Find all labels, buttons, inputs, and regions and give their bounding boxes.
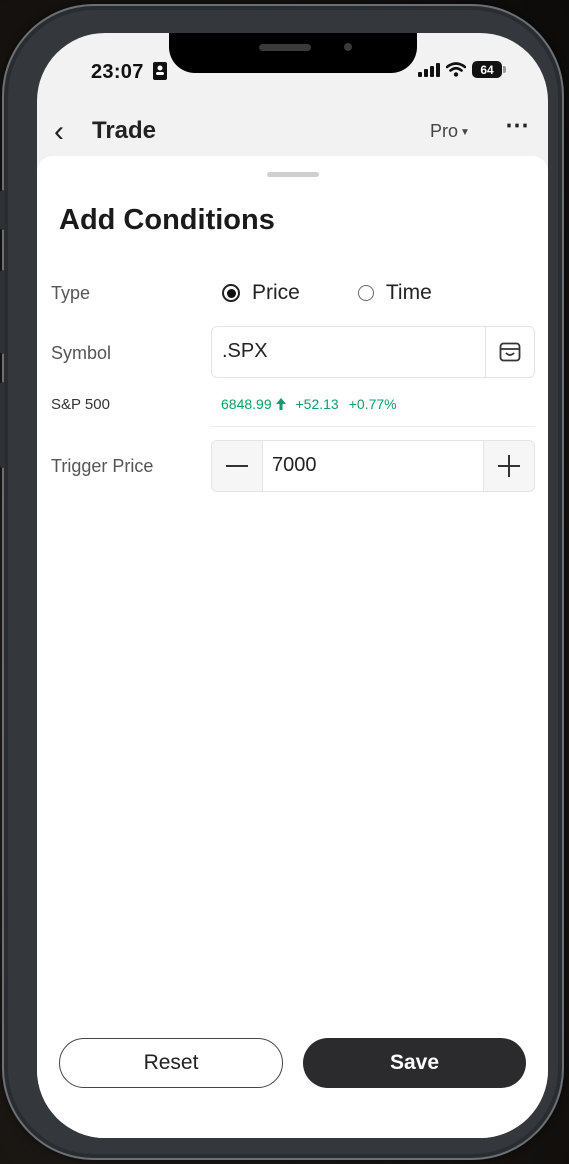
trigger-price-input[interactable]: 7000 bbox=[272, 454, 317, 477]
plus-icon bbox=[498, 455, 520, 477]
up-arrow-icon bbox=[275, 398, 286, 410]
quote-row: 6848.99 +52.13 +0.77% bbox=[221, 396, 397, 412]
radio-price[interactable]: Price bbox=[222, 281, 300, 305]
status-time-text: 23:07 bbox=[91, 61, 144, 83]
side-button bbox=[0, 382, 5, 468]
quote-change: +52.13 bbox=[295, 396, 339, 412]
sheet-title: Add Conditions bbox=[59, 204, 275, 236]
conditions-sheet: Add Conditions Type Price Time Symbol .S… bbox=[37, 156, 548, 1138]
radio-unselected-icon bbox=[357, 285, 374, 301]
side-button bbox=[0, 190, 5, 230]
symbol-input[interactable]: .SPX bbox=[211, 326, 535, 378]
radio-selected-icon bbox=[222, 284, 240, 302]
status-time: 23:07 bbox=[91, 61, 167, 84]
speaker bbox=[259, 44, 311, 51]
back-chevron-icon[interactable]: ‹ bbox=[54, 115, 64, 149]
save-button[interactable]: Save bbox=[303, 1038, 526, 1088]
trigger-price-label: Trigger Price bbox=[51, 456, 154, 476]
divider bbox=[211, 426, 535, 427]
wifi-icon bbox=[446, 62, 466, 77]
symbol-label: Symbol bbox=[51, 343, 112, 363]
more-dots-icon[interactable]: ⋯ bbox=[505, 111, 530, 140]
pro-mode-dropdown[interactable]: Pro ▼ bbox=[430, 121, 470, 142]
quote-price: 6848.99 bbox=[221, 396, 272, 412]
sheet-drag-handle[interactable] bbox=[267, 172, 319, 177]
nav-bar: ‹ Trade Pro ▼ ⋯ bbox=[37, 111, 548, 157]
decrement-button[interactable] bbox=[212, 441, 263, 491]
symbol-picker-button[interactable] bbox=[485, 327, 534, 377]
symbol-value: .SPX bbox=[222, 340, 268, 362]
increment-button[interactable] bbox=[483, 441, 534, 491]
type-radio-group: Price Time bbox=[222, 281, 432, 305]
camera bbox=[344, 43, 352, 51]
side-button bbox=[0, 270, 5, 354]
signal-icon bbox=[418, 62, 440, 77]
id-card-icon bbox=[152, 62, 167, 80]
minus-icon bbox=[226, 465, 248, 467]
pro-mode-label: Pro bbox=[430, 121, 459, 141]
battery-level: 64 bbox=[480, 62, 494, 77]
nav-title: Trade bbox=[92, 117, 157, 144]
quote-change-pct: +0.77% bbox=[348, 396, 397, 412]
symbol-picker-icon bbox=[499, 342, 521, 362]
type-label: Type bbox=[51, 283, 91, 303]
reset-button[interactable]: Reset bbox=[59, 1038, 283, 1088]
quote-name: S&P 500 bbox=[51, 396, 110, 413]
caret-down-icon: ▼ bbox=[460, 127, 470, 138]
status-icons: 64 bbox=[418, 61, 506, 78]
phone-screen: 23:07 64 ‹ Trade Pro ▼ ⋯ Add Conditions … bbox=[37, 33, 548, 1138]
radio-price-label: Price bbox=[252, 281, 300, 304]
notch bbox=[169, 33, 417, 73]
radio-time[interactable]: Time bbox=[357, 281, 432, 305]
trigger-price-stepper: 7000 bbox=[211, 440, 535, 492]
quote-price-wrap: 6848.99 bbox=[221, 396, 286, 412]
battery-icon: 64 bbox=[472, 61, 506, 78]
radio-time-label: Time bbox=[385, 281, 432, 304]
